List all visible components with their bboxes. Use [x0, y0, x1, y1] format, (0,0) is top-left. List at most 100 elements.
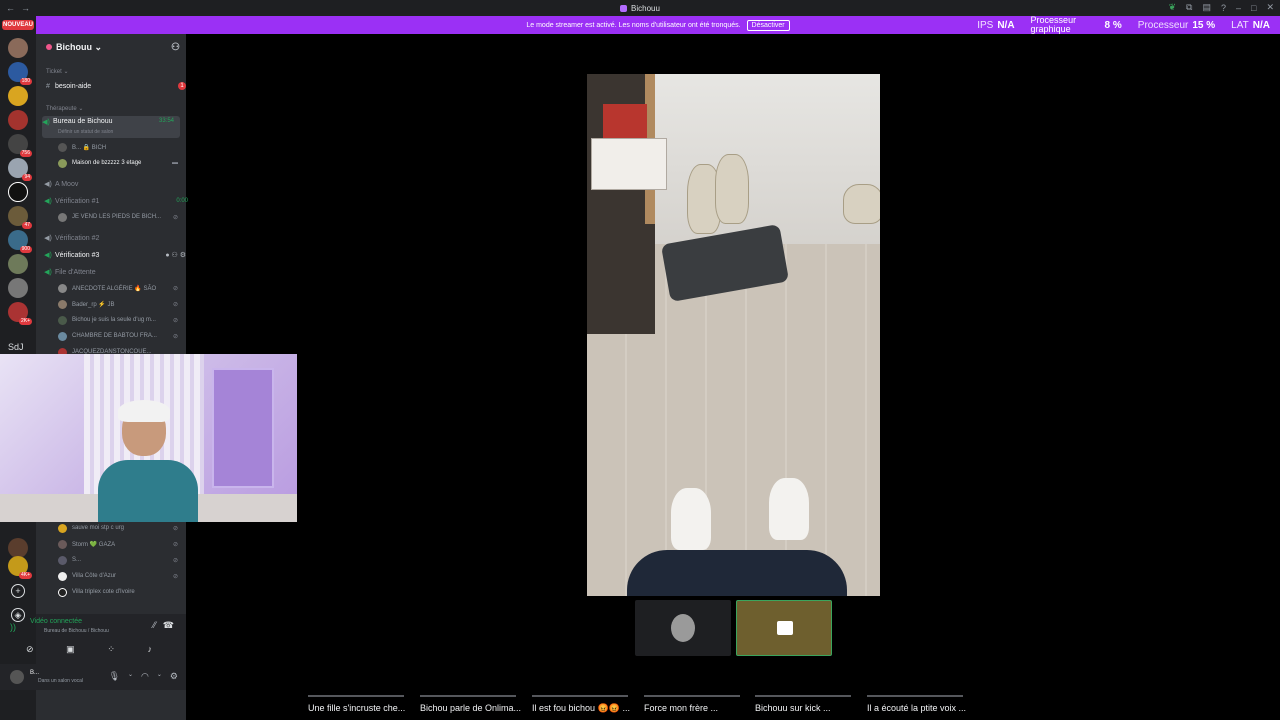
channel-status[interactable]: Définir un statut de salon — [58, 129, 113, 135]
server-folder-label[interactable]: SdJ — [8, 342, 24, 352]
voice-user[interactable]: JE VEND LES PIEDS DE BICH... ⊘ — [58, 210, 178, 224]
guild-name: Bichouu ⌄ — [56, 41, 103, 52]
close-icon[interactable]: ✕ — [1266, 2, 1274, 13]
headphones-icon[interactable]: ◠ — [141, 671, 149, 682]
settings-icon[interactable]: ⚙ — [170, 671, 178, 682]
voice-user[interactable]: Storm 💚 GAZA ⊘ — [58, 537, 178, 551]
mic-muted-icon: ⊘ — [172, 301, 178, 308]
chevron-down-icon[interactable]: ⌄ — [157, 671, 162, 682]
discover-compass-icon[interactable]: ◈ — [11, 608, 25, 622]
speaker-icon: ◀) — [44, 252, 52, 259]
help-icon[interactable]: ? — [1221, 3, 1226, 13]
activities-icon[interactable]: ⁘ — [107, 644, 115, 655]
voice-status: Vidéo connectée — [30, 618, 83, 625]
soundboard-icon[interactable]: ♪ — [147, 644, 152, 655]
screen-share-icon[interactable]: ▣ — [66, 644, 75, 655]
user-name: ANECDOTE ALGÉRIE 🔥 SÃO — [72, 285, 157, 292]
channel-bureau[interactable]: ◀) Bureau de Bichouu 33:54 Définir un st… — [42, 116, 180, 138]
guild-header[interactable]: Bichouu ⌄ ⚇ — [36, 34, 186, 60]
chevron-down-icon[interactable]: ⌄ — [128, 671, 133, 682]
mention-badge: 180 — [19, 78, 32, 85]
category-therapeute[interactable]: Thérapeute ⌄ — [46, 105, 83, 112]
server-icon[interactable]: 47 — [8, 206, 32, 229]
unread-badge: 1 — [178, 82, 186, 90]
mention-badge: 756 — [19, 150, 32, 157]
voice-connection-panel: )) Vidéo connectée Bureau de Bichouu / B… — [10, 614, 186, 664]
participant-thumbnail[interactable] — [635, 600, 731, 656]
clip-item[interactable]: Il est fou bichou 😡😡 ... — [532, 695, 630, 714]
mic-muted-icon: ⊘ — [172, 525, 178, 532]
voice-user[interactable]: ANECDOTE ALGÉRIE 🔥 SÃO ⊘ — [58, 281, 178, 295]
channel-amoov[interactable]: ◀) A Moov — [44, 177, 194, 191]
window-title-text: Bichouu — [631, 3, 660, 13]
settings-icon[interactable]: ● ⚇ ⚙ — [165, 251, 186, 259]
server-icon[interactable] — [8, 538, 28, 558]
clip-title: Bichouu sur kick ... — [755, 703, 831, 713]
server-icon[interactable]: 4K+ — [8, 556, 32, 579]
server-icon[interactable]: 94 — [8, 158, 32, 181]
server-icon[interactable] — [8, 254, 28, 274]
channel-file-attente[interactable]: ◀) File d'Attente — [44, 265, 194, 279]
add-server-icon[interactable]: + — [11, 584, 25, 598]
server-icon[interactable] — [8, 38, 28, 58]
avatar — [58, 142, 67, 152]
channel-verification-2[interactable]: ◀) Vérification #2 — [44, 231, 194, 245]
speaker-muted-icon: ◀) — [44, 181, 52, 188]
maximize-icon[interactable]: □ — [1251, 3, 1256, 13]
clip-item[interactable]: Bichou parle de Onlima... — [420, 695, 521, 713]
voice-user[interactable]: Villa Côte d'Azur ⊘ — [58, 569, 178, 583]
voice-location[interactable]: Bureau de Bichouu / Bichouu — [44, 628, 109, 634]
voice-user[interactable]: Bader_rp ⚡ JB ⊘ — [58, 297, 178, 311]
inbox-icon[interactable]: ▤ — [1202, 2, 1211, 13]
window-titlebar: ← → Bichouu ❦ ⧉ ▤ ? – □ ✕ — [0, 0, 1280, 16]
channel-besoin-aide[interactable]: # besoin-aide 1 — [44, 79, 194, 93]
server-icon[interactable]: 900 — [8, 230, 32, 253]
server-icon[interactable] — [8, 278, 28, 298]
app-logo-icon — [620, 4, 628, 12]
clip-item[interactable]: Il a écouté la ptite voix ... — [867, 695, 966, 713]
video-sock — [769, 478, 809, 540]
clip-item[interactable]: Force mon frère ... — [644, 695, 740, 713]
voice-user[interactable]: Maison de bzzzzz 3 etage ▬ — [58, 156, 178, 170]
noise-suppression-icon[interactable]: ⁄⁄ — [153, 620, 156, 630]
streamer-webcam — [0, 354, 297, 522]
disable-streamer-button[interactable]: Désactiver — [746, 19, 790, 31]
voice-user[interactable]: B... 🔒 BICH — [58, 140, 178, 154]
channel-verification-1[interactable]: ◀) Vérification #1 0:00 — [44, 194, 194, 208]
voice-user[interactable]: Villa triplex cote d'Ivoire — [58, 585, 178, 599]
server-icon[interactable] — [8, 110, 28, 130]
invite-user-icon[interactable]: ⚇ — [171, 42, 180, 53]
avatar[interactable] — [10, 670, 24, 684]
server-icon[interactable]: 756 — [8, 134, 32, 157]
video-shoe — [843, 184, 880, 224]
clip-item[interactable]: Bichouu sur kick ... — [755, 695, 851, 713]
participant-thumbnail-active[interactable] — [736, 600, 832, 656]
voice-user[interactable]: S... ⊘ — [58, 553, 178, 567]
avatar — [58, 158, 67, 168]
server-icon[interactable] — [8, 182, 28, 202]
minimize-icon[interactable]: – — [1236, 3, 1241, 13]
speaker-icon: ◀) — [42, 119, 50, 126]
channel-verification-3[interactable]: ◀) Vérification #3 ● ⚇ ⚙ — [44, 248, 194, 262]
server-icon[interactable]: 180 — [8, 62, 32, 85]
server-icon[interactable]: 2K+ — [8, 302, 32, 325]
voice-user[interactable]: sauve moi stp c urg ⊘ — [58, 521, 178, 535]
leaf-icon[interactable]: ❦ — [1168, 2, 1176, 13]
avatar — [58, 555, 67, 565]
user-name: Villa Côte d'Azur — [72, 573, 117, 579]
video-red-box — [603, 104, 647, 138]
voice-user[interactable]: Bichou je suis la seule d'ug m... ⊘ — [58, 313, 178, 327]
clip-progress — [532, 695, 628, 697]
mic-muted-icon: ⊘ — [172, 214, 178, 221]
microphone-icon[interactable]: 🎙 — [109, 671, 120, 682]
main-video-stream[interactable] — [587, 74, 880, 596]
channel-label: File d'Attente — [55, 268, 96, 276]
clip-item[interactable]: Une fille s'incruste che... — [308, 695, 405, 713]
camera-off-icon[interactable]: ⊘ — [26, 644, 34, 655]
disconnect-icon[interactable]: ☎ — [163, 620, 174, 631]
mic-muted-icon: ⊘ — [172, 333, 178, 340]
server-icon[interactable] — [8, 86, 28, 106]
category-ticket[interactable]: Ticket ⌄ — [46, 68, 68, 75]
overlay-icon[interactable]: ⧉ — [1186, 2, 1192, 13]
voice-user[interactable]: CHAMBRE DE BABTOU FRA... ⊘ — [58, 329, 178, 343]
